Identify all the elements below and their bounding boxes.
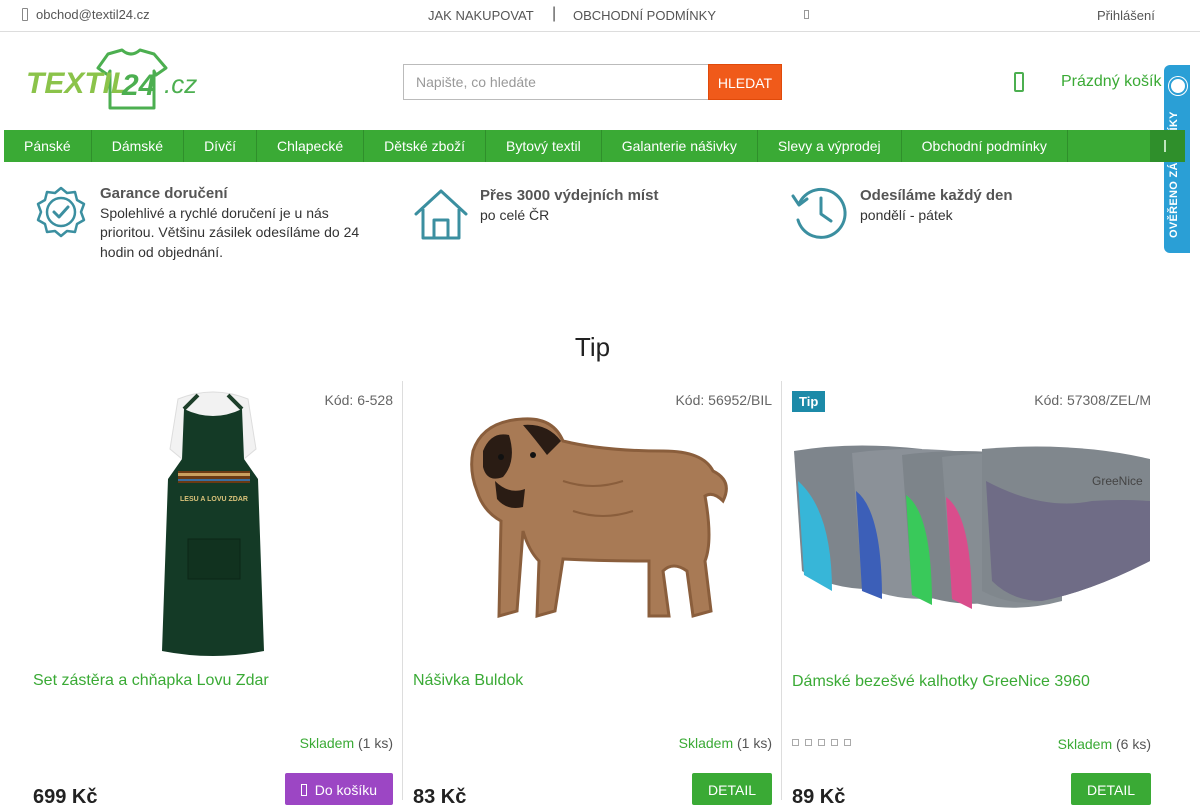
section-title: Tip xyxy=(574,332,611,362)
product-code: Kód: 56952/BIL xyxy=(675,392,772,408)
nav-item-detske-zbozi[interactable]: Dětské zboží xyxy=(364,130,487,162)
clock-history-icon xyxy=(791,187,847,239)
stock-label: Skladem xyxy=(678,735,734,751)
stock-qty: (6 ks) xyxy=(1116,736,1151,752)
nav-item-obchodni-podminky[interactable]: Obchodní podmínky xyxy=(902,130,1068,162)
product-code: Kód: 57308/ZEL/M xyxy=(1034,392,1151,408)
product-code: Kód: 6-528 xyxy=(324,392,394,408)
brand-print: GreeNice xyxy=(1092,474,1143,488)
star-icon xyxy=(818,739,825,746)
svg-text:.cz: .cz xyxy=(164,69,197,99)
nav-item-slevy[interactable]: Slevy a výprodej xyxy=(758,130,902,162)
search-input[interactable] xyxy=(403,64,708,100)
product-card[interactable]: Tip Kód: 57308/ZEL/M GreeNice Dámské bez… xyxy=(781,381,1161,808)
search-button[interactable]: HLEDAT xyxy=(708,64,782,100)
badge-check-icon xyxy=(36,186,86,238)
product-price: 89 Kč xyxy=(792,786,846,808)
top-bar: obchod@textil24.cz JAK NAKUPOVAT | OBCHO… xyxy=(0,0,1200,32)
detail-button[interactable]: DETAIL xyxy=(1071,773,1151,805)
link-terms[interactable]: OBCHODNÍ PODMÍNKY xyxy=(573,8,716,23)
product-image[interactable]: GreeNice xyxy=(792,441,1152,616)
detail-button[interactable]: DETAIL xyxy=(692,773,772,805)
benefit-title: Garance doručení xyxy=(100,185,228,202)
star-icon xyxy=(792,739,799,746)
login-link[interactable]: Přihlášení xyxy=(1097,8,1155,23)
benefit-text: pondělí - pátek xyxy=(860,206,953,223)
nav-item-divci[interactable]: Dívčí xyxy=(184,130,257,162)
svg-text:TEXTIL: TEXTIL xyxy=(26,67,129,100)
product-name[interactable]: Set zástěra a chňapka Lovu Zdar xyxy=(33,672,269,690)
product-price: 83 Kč xyxy=(413,786,467,808)
rating-stars[interactable] xyxy=(792,739,851,746)
site-logo[interactable]: TEXTIL 24 .cz xyxy=(24,48,210,112)
tip-badge: Tip xyxy=(792,391,826,412)
stock-label: Skladem xyxy=(1057,736,1113,752)
stock-label: Skladem xyxy=(299,735,355,751)
nav-item-galanterie[interactable]: Galanterie nášivky xyxy=(602,130,758,162)
benefit-title: Přes 3000 výdejních míst xyxy=(480,187,659,204)
link-how-to-buy[interactable]: JAK NAKUPOVAT xyxy=(428,8,534,23)
star-icon xyxy=(831,739,838,746)
heureka-icon xyxy=(1169,77,1187,95)
email-link[interactable]: obchod@textil24.cz xyxy=(36,7,150,22)
phone-icon xyxy=(22,8,28,21)
star-icon xyxy=(805,739,812,746)
menu-icon xyxy=(1164,140,1167,152)
product-name[interactable]: Dámské bezešvé kalhotky GreeNice 3960 xyxy=(792,673,1090,691)
top-nav-separator: | xyxy=(552,5,557,22)
stock-qty: (1 ks) xyxy=(358,735,393,751)
svg-text:24: 24 xyxy=(121,69,156,102)
benefit-daily-shipping: Odesíláme každý den pondělí - pátek xyxy=(790,184,1150,242)
apron-print: LESU A LOVU ZDAR xyxy=(180,496,248,503)
cart-link[interactable]: Prázdný košík xyxy=(1061,73,1161,91)
benefit-delivery: Garance doručení Spolehlivé a rychlé dor… xyxy=(32,184,382,262)
nav-item-panske[interactable]: Pánské xyxy=(4,130,92,162)
nav-item-chlapecke[interactable]: Chlapecké xyxy=(257,130,365,162)
benefit-text: Spolehlivé a rychlé doručení je u nás pr… xyxy=(100,204,360,260)
search-form: HLEDAT xyxy=(403,64,782,100)
house-icon xyxy=(414,189,468,240)
product-image[interactable] xyxy=(443,411,743,636)
nav-item-damske[interactable]: Dámské xyxy=(92,130,185,162)
dropdown-icon[interactable] xyxy=(804,10,809,19)
product-card[interactable]: Kód: 6-528 LESU A LOVU ZDAR Set zástěra … xyxy=(23,381,403,808)
add-to-cart-label: Do košíku xyxy=(314,782,377,798)
nav-item-bytovy-textil[interactable]: Bytový textil xyxy=(486,130,602,162)
nav-more-button[interactable] xyxy=(1150,130,1185,162)
stock-status: Skladem (1 ks) xyxy=(300,735,393,751)
stock-qty: (1 ks) xyxy=(737,735,772,751)
main-navigation: Pánské Dámské Dívčí Chlapecké Dětské zbo… xyxy=(4,130,1185,162)
contact-email[interactable]: obchod@textil24.cz xyxy=(22,7,150,22)
stock-status: Skladem (1 ks) xyxy=(679,735,772,751)
cart-small-icon xyxy=(300,784,307,796)
product-image[interactable]: LESU A LOVU ZDAR xyxy=(148,389,278,666)
add-to-cart-button[interactable]: Do košíku xyxy=(284,773,393,805)
product-price: 699 Kč xyxy=(33,786,98,808)
verified-label: OVĚŘENO ZÁKAZNÍKY xyxy=(1168,111,1180,239)
benefit-text: po celé ČR xyxy=(480,206,550,223)
star-icon xyxy=(844,739,851,746)
cart-icon[interactable] xyxy=(1014,72,1024,92)
benefit-pickup-points: Přes 3000 výdejních míst po celé ČR xyxy=(412,184,772,242)
benefit-title: Odesíláme každý den xyxy=(860,187,1013,204)
product-name[interactable]: Nášivka Buldok xyxy=(413,672,523,690)
stock-status: Skladem (6 ks) xyxy=(1058,736,1151,752)
product-card[interactable]: Kód: 56952/BIL Nášivka Buldok Skladem (1… xyxy=(402,381,782,808)
